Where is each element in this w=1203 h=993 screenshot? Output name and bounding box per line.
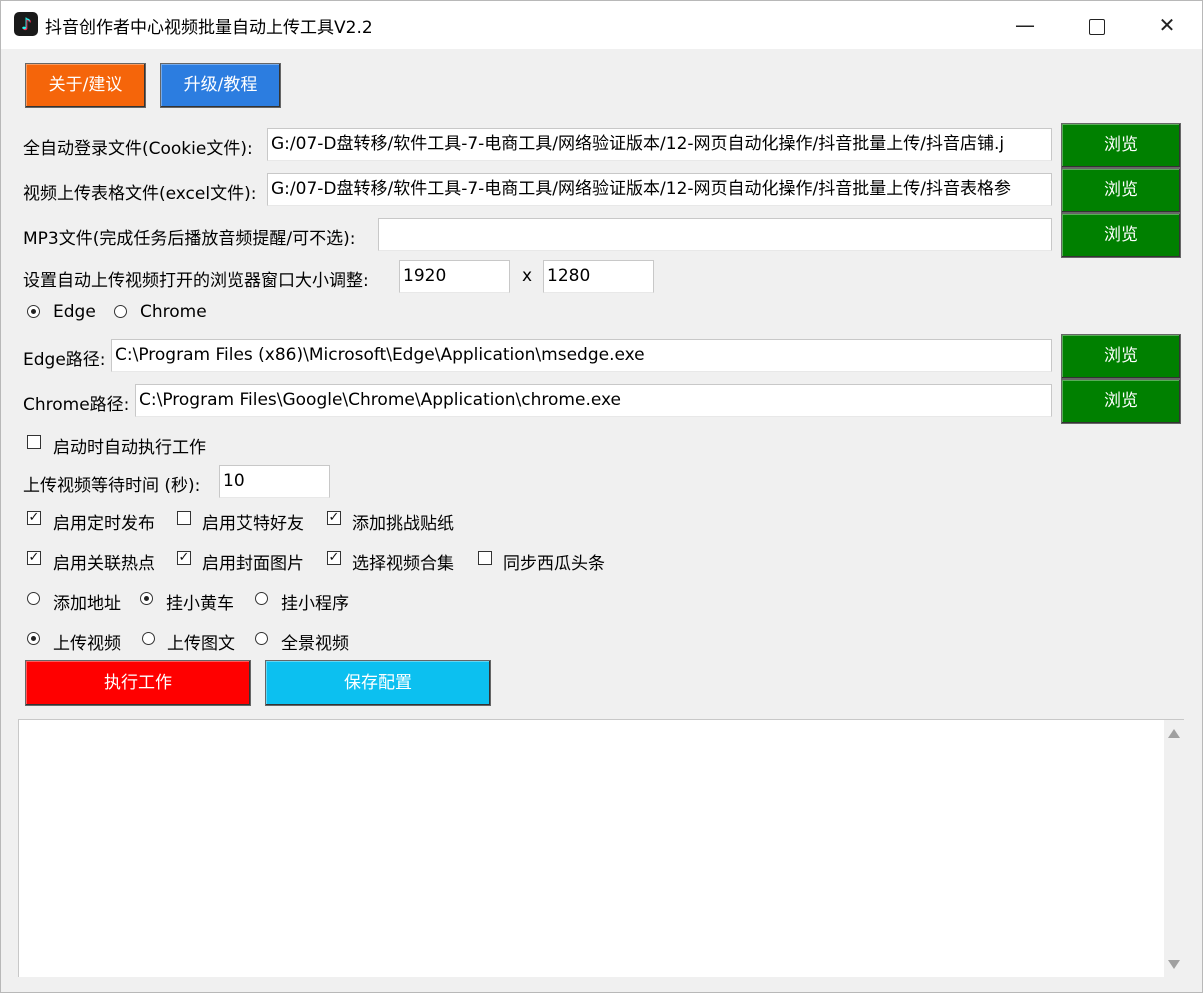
mp3-browse-button[interactable]: 浏览 xyxy=(1061,213,1181,258)
window-height-input[interactable]: 1280 xyxy=(543,260,654,293)
xigua-sync-checkbox[interactable] xyxy=(478,551,492,565)
chrome-radio[interactable] xyxy=(114,305,127,318)
mp3-file-label: MP3文件(完成任务后播放音频提醒/可不选): xyxy=(23,229,356,249)
yellow-cart-radio[interactable] xyxy=(140,592,153,605)
wait-time-label: 上传视频等待时间 (秒): xyxy=(23,476,201,496)
cookie-file-label: 全自动登录文件(Cookie文件): xyxy=(23,139,253,159)
run-button[interactable]: 执行工作 xyxy=(25,660,251,706)
scroll-down-icon[interactable] xyxy=(1168,960,1180,969)
save-config-button[interactable]: 保存配置 xyxy=(265,660,491,706)
upload-image-label[interactable]: 上传图文 xyxy=(167,629,235,654)
add-address-radio[interactable] xyxy=(27,592,40,605)
about-button[interactable]: 关于/建议 xyxy=(25,63,146,108)
app-window: ♪ 抖音创作者中心视频批量自动上传工具V2.2 — ✕ 关于/建议 升级/教程 … xyxy=(0,0,1203,993)
challenge-sticker-label[interactable]: 添加挑战贴纸 xyxy=(352,509,454,534)
chrome-path-label: Chrome路径: xyxy=(23,395,130,415)
related-hotspot-label[interactable]: 启用关联热点 xyxy=(53,549,155,574)
maximize-icon xyxy=(1089,18,1105,35)
edge-path-input[interactable]: C:\Program Files (x86)\Microsoft\Edge\Ap… xyxy=(111,339,1052,372)
excel-file-input[interactable]: G:/07-D盘转移/软件工具-7-电商工具/网络验证版本/12-网页自动化操作… xyxy=(267,173,1052,206)
edge-radio[interactable] xyxy=(27,305,40,318)
close-button[interactable]: ✕ xyxy=(1132,1,1202,49)
mention-friends-label[interactable]: 启用艾特好友 xyxy=(202,509,304,534)
cover-image-label[interactable]: 启用封面图片 xyxy=(202,549,304,574)
related-hotspot-checkbox[interactable]: ✓ xyxy=(27,551,41,565)
xigua-sync-label[interactable]: 同步西瓜头条 xyxy=(503,549,605,574)
window-width-input[interactable]: 1920 xyxy=(399,260,510,293)
chrome-path-input[interactable]: C:\Program Files\Google\Chrome\Applicati… xyxy=(135,384,1052,417)
mini-program-radio[interactable] xyxy=(255,592,268,605)
mini-program-label[interactable]: 挂小程序 xyxy=(281,589,349,614)
challenge-sticker-checkbox[interactable]: ✓ xyxy=(327,511,341,525)
panorama-video-radio[interactable] xyxy=(255,632,268,645)
excel-file-label: 视频上传表格文件(excel文件): xyxy=(23,184,257,204)
chrome-browse-button[interactable]: 浏览 xyxy=(1061,379,1181,424)
mp3-file-input[interactable] xyxy=(378,218,1052,251)
panorama-video-label[interactable]: 全景视频 xyxy=(281,629,349,654)
window-size-label: 设置自动上传视频打开的浏览器窗口大小调整: xyxy=(23,271,369,291)
scheduled-publish-checkbox[interactable]: ✓ xyxy=(27,511,41,525)
cookie-file-input[interactable]: G:/07-D盘转移/软件工具-7-电商工具/网络验证版本/12-网页自动化操作… xyxy=(267,128,1052,161)
wait-time-input[interactable]: 10 xyxy=(219,465,330,498)
cookie-browse-button[interactable]: 浏览 xyxy=(1061,123,1181,168)
scroll-up-icon[interactable] xyxy=(1168,729,1180,738)
yellow-cart-label[interactable]: 挂小黄车 xyxy=(166,589,234,614)
window-title: 抖音创作者中心视频批量自动上传工具V2.2 xyxy=(45,18,373,38)
maximize-button[interactable] xyxy=(1062,1,1132,49)
size-separator: x xyxy=(522,266,533,286)
log-textarea[interactable] xyxy=(18,719,1184,977)
mention-friends-checkbox[interactable] xyxy=(177,511,191,525)
edge-path-label: Edge路径: xyxy=(23,350,106,370)
autostart-label[interactable]: 启动时自动执行工作 xyxy=(53,433,206,458)
upgrade-button[interactable]: 升级/教程 xyxy=(160,63,281,108)
tiktok-logo-icon: ♪ xyxy=(14,12,38,36)
excel-browse-button[interactable]: 浏览 xyxy=(1061,168,1181,213)
upload-video-label[interactable]: 上传视频 xyxy=(53,629,121,654)
autostart-checkbox[interactable] xyxy=(27,435,41,449)
add-address-label[interactable]: 添加地址 xyxy=(53,589,121,614)
minimize-button[interactable]: — xyxy=(990,1,1060,49)
edge-browse-button[interactable]: 浏览 xyxy=(1061,334,1181,379)
upload-image-radio[interactable] xyxy=(142,632,155,645)
log-scrollbar[interactable] xyxy=(1164,720,1184,977)
edge-radio-label[interactable]: Edge xyxy=(53,302,96,322)
video-collection-checkbox[interactable]: ✓ xyxy=(327,551,341,565)
scheduled-publish-label[interactable]: 启用定时发布 xyxy=(53,509,155,534)
video-collection-label[interactable]: 选择视频合集 xyxy=(352,549,454,574)
cover-image-checkbox[interactable]: ✓ xyxy=(177,551,191,565)
title-bar[interactable]: ♪ 抖音创作者中心视频批量自动上传工具V2.2 — ✕ xyxy=(1,1,1202,49)
upload-video-radio[interactable] xyxy=(27,632,40,645)
chrome-radio-label[interactable]: Chrome xyxy=(140,302,207,322)
